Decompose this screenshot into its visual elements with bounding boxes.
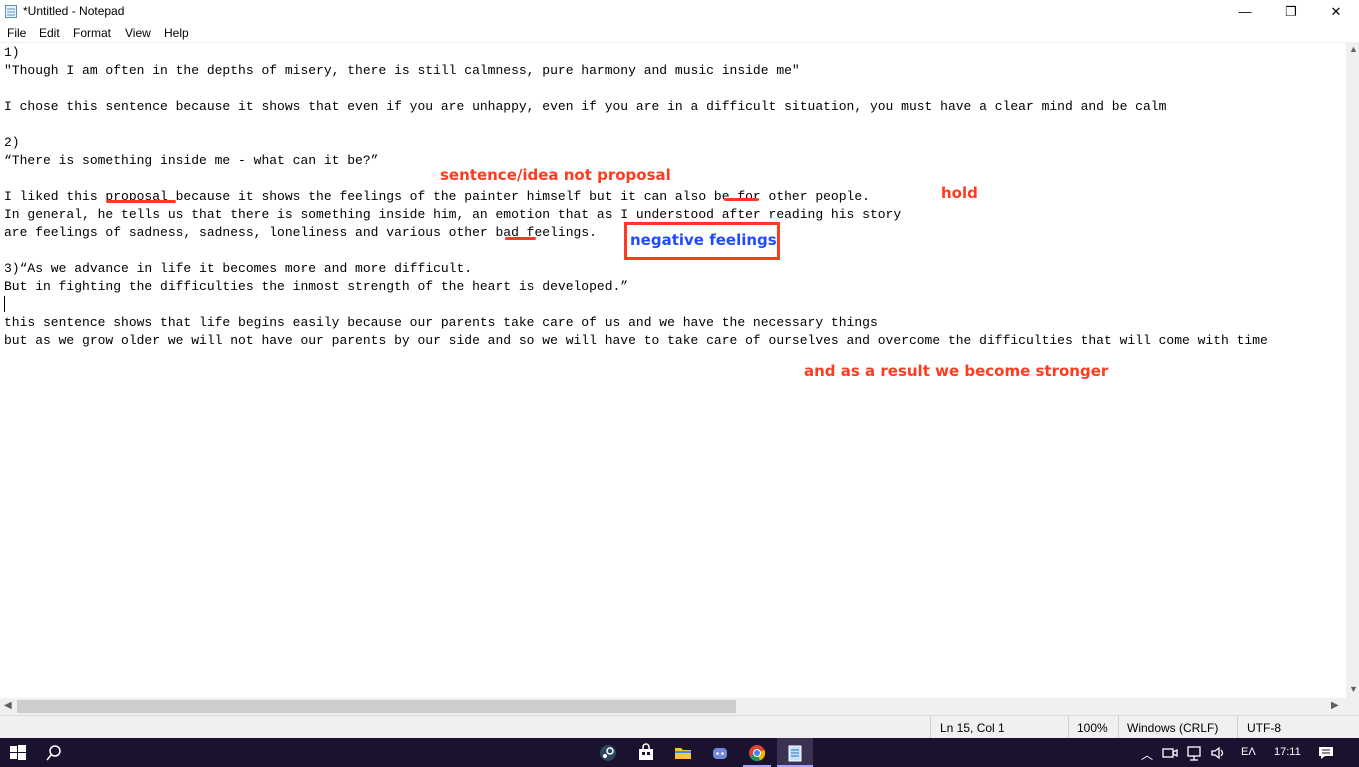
language-indicator[interactable]: ΕΛ (1241, 746, 1256, 758)
text-line: I liked this proposal because it shows t… (4, 189, 870, 204)
annotation-stronger: and as a result we become stronger (804, 362, 1109, 380)
scroll-right-icon[interactable]: ▶ (1331, 700, 1339, 711)
text-line: 3)“As we advance in life it becomes more… (4, 261, 473, 276)
clock[interactable]: 17:11 (1274, 746, 1301, 758)
text-line: “There is something inside me - what can… (4, 153, 379, 168)
minimize-button[interactable]: — (1222, 0, 1268, 23)
notepad-icon (5, 5, 17, 18)
minimize-icon: — (1238, 4, 1252, 19)
menu-bar: File Edit Format View Help (0, 23, 1359, 42)
annotation-negative-feelings: negative feelings (630, 231, 777, 249)
close-icon: ✕ (1330, 3, 1342, 19)
status-bar: Ln 15, Col 1 100% Windows (CRLF) UTF-8 (0, 715, 1359, 739)
text-line: "Though I am often in the depths of mise… (4, 63, 800, 78)
notifications-icon[interactable] (1316, 743, 1336, 763)
vertical-scrollbar[interactable]: ▲ ▼ (1346, 42, 1359, 698)
horizontal-scrollbar[interactable]: ◀ ▶ (0, 698, 1346, 715)
close-button[interactable]: ✕ (1313, 0, 1359, 23)
text-line: But in fighting the difficulties the inm… (4, 279, 629, 294)
text-line: I chose this sentence because it shows t… (4, 99, 1167, 114)
text-editor[interactable]: 1) "Though I am often in the depths of m… (0, 42, 1346, 699)
menu-view[interactable]: View (125, 26, 151, 40)
scroll-left-icon[interactable]: ◀ (4, 700, 12, 711)
store-icon[interactable] (636, 743, 656, 763)
tray-chevron-icon[interactable]: ︿ (1141, 746, 1153, 763)
steam-icon[interactable] (598, 743, 618, 763)
text-line: but as we grow older we will not have ou… (4, 333, 1268, 348)
status-divider (1118, 716, 1119, 739)
taskbar: ︿ ΕΛ 17:11 (0, 738, 1359, 767)
horizontal-scroll-thumb[interactable] (17, 700, 736, 713)
annotation-sentence-idea: sentence/idea not proposal (440, 166, 671, 184)
chrome-icon[interactable] (747, 743, 767, 763)
title-bar: *Untitled - Notepad — ❐ ✕ (0, 0, 1359, 23)
text-caret (4, 296, 5, 312)
discord-icon[interactable] (710, 743, 730, 763)
menu-edit[interactable]: Edit (39, 26, 60, 40)
underline-mark-be (724, 198, 759, 201)
scroll-up-icon[interactable]: ▲ (1349, 44, 1358, 54)
notepad-taskbar-icon[interactable] (785, 743, 805, 763)
meet-now-icon[interactable] (1160, 743, 1180, 763)
menu-file[interactable]: File (7, 26, 26, 40)
volume-icon[interactable] (1209, 743, 1229, 763)
window-title: *Untitled - Notepad (23, 4, 125, 18)
text-line: this sentence shows that life begins eas… (4, 315, 878, 330)
text-line: 1) (4, 45, 20, 60)
scrollbar-corner (1346, 698, 1359, 715)
status-divider (1068, 716, 1069, 739)
windows-start-icon[interactable] (8, 743, 28, 763)
annotation-hold: hold (941, 184, 978, 202)
status-divider (930, 716, 931, 739)
underline-mark-bad (505, 237, 536, 240)
zoom-level: 100% (1077, 721, 1108, 735)
restore-icon: ❐ (1285, 3, 1297, 19)
cursor-position: Ln 15, Col 1 (940, 721, 1005, 735)
menu-help[interactable]: Help (164, 26, 189, 40)
encoding: UTF-8 (1247, 721, 1281, 735)
scroll-down-icon[interactable]: ▼ (1349, 684, 1358, 694)
text-line: 2) (4, 135, 20, 150)
maximize-button[interactable]: ❐ (1268, 0, 1314, 23)
file-explorer-icon[interactable] (673, 743, 693, 763)
network-icon[interactable] (1185, 743, 1205, 763)
search-icon[interactable] (44, 743, 64, 763)
status-divider (1237, 716, 1238, 739)
underline-mark-proposal (106, 200, 176, 203)
line-ending: Windows (CRLF) (1127, 721, 1219, 735)
menu-format[interactable]: Format (73, 26, 111, 40)
